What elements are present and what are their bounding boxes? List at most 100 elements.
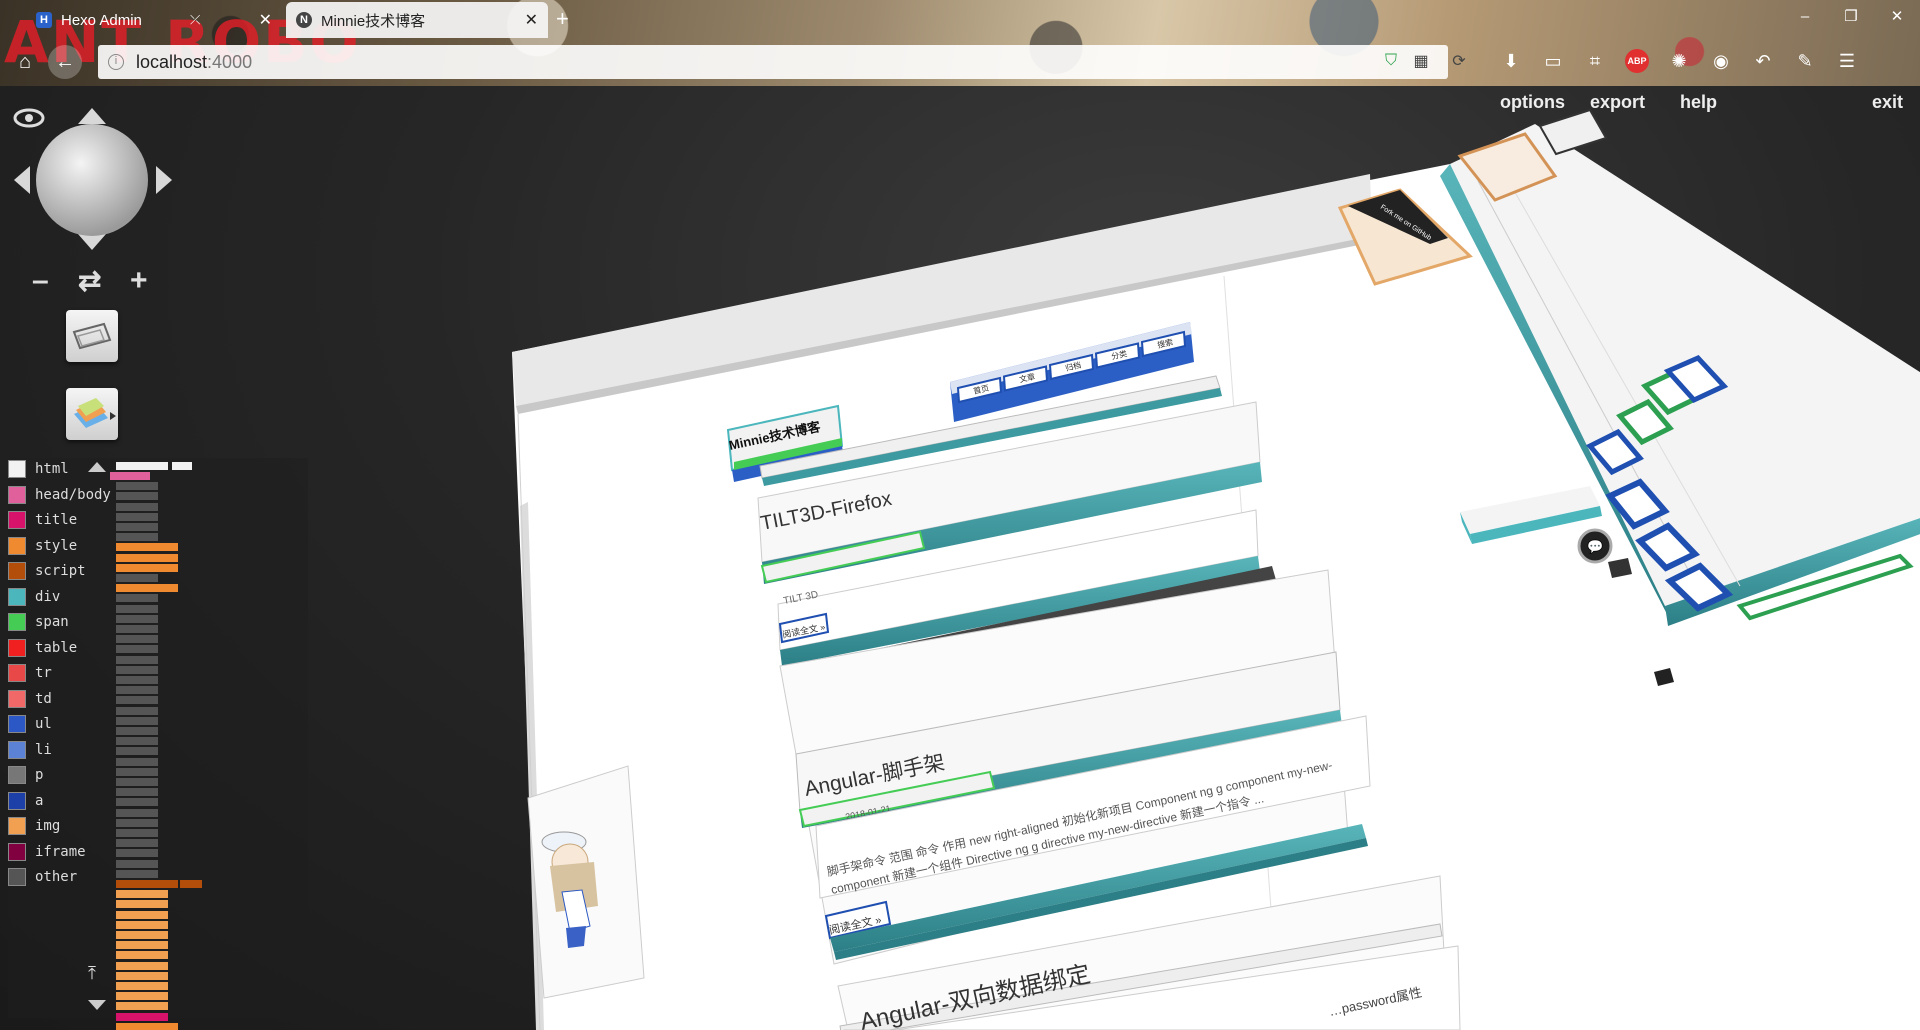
reader-icon[interactable]: ▭ — [1532, 46, 1574, 76]
mute-icon[interactable]: ⤫ — [190, 12, 200, 28]
reload-icon[interactable]: ⟳ — [1444, 46, 1474, 76]
minimap-node — [116, 818, 158, 827]
legend-item-span: span — [8, 611, 69, 633]
legend-swatch — [8, 791, 26, 810]
dom-minimap[interactable] — [110, 458, 242, 1030]
minimap-node — [116, 492, 158, 501]
minimap-node — [116, 961, 168, 970]
minimap-node — [116, 563, 178, 572]
crop-icon[interactable]: ⌗ — [1574, 46, 1616, 76]
screenshot-icon[interactable]: ✎ — [1784, 46, 1826, 76]
tab-hexo-admin[interactable]: H Hexo Admin ⤫ ✕ — [26, 2, 282, 38]
home-icon[interactable]: ⌂ — [8, 45, 42, 79]
minimap-node — [116, 553, 178, 562]
address-bar[interactable]: i localhost:4000 — [98, 45, 1448, 79]
legend-label: title — [35, 512, 78, 528]
minimap-node — [116, 625, 158, 633]
minimap-node — [116, 931, 168, 939]
minimap-node — [116, 982, 168, 990]
minimap-node — [116, 839, 158, 848]
minimap-scroll-down-icon[interactable] — [88, 1000, 106, 1010]
reset-view-icon[interactable]: ⇄ — [78, 266, 101, 296]
minimap-node — [116, 482, 158, 491]
zoom-controls: – ⇄ + — [28, 266, 158, 306]
legend-label: tr — [35, 665, 52, 681]
legend-label: iframe — [35, 843, 86, 860]
legend-item-head-body: head/body — [8, 484, 111, 506]
arrow-down-icon[interactable] — [78, 234, 106, 250]
minimap-node — [116, 706, 158, 715]
legend-label: a — [35, 792, 44, 809]
info-icon[interactable]: i — [108, 54, 124, 70]
window-controls: – ❐ ✕ — [1782, 0, 1920, 34]
minimap-scroll-up-icon[interactable] — [88, 462, 106, 472]
minimap-node — [116, 686, 158, 695]
minimap-node — [116, 1022, 178, 1030]
legend-swatch — [8, 766, 26, 784]
zoom-out-icon[interactable]: – — [32, 266, 49, 296]
url-text: localhost:4000 — [136, 51, 253, 72]
tab-label: Minnie技术博客 — [321, 12, 426, 30]
arrow-up-icon[interactable] — [78, 108, 106, 124]
legend-item-table: table — [8, 637, 77, 659]
minimap-node — [172, 462, 192, 470]
restore-icon[interactable]: ❐ — [1828, 0, 1874, 34]
minimap-node — [116, 778, 158, 786]
download-icon[interactable]: ⬇ — [1490, 46, 1532, 76]
browser-chrome: ANT ROBO H Hexo Admin ⤫ ✕ N Minnie技术博客 ✕… — [0, 0, 1920, 86]
legend-swatch — [8, 689, 26, 708]
abp-icon[interactable]: ABP — [1625, 49, 1649, 73]
legend-swatch — [8, 460, 26, 478]
legend-swatch — [8, 715, 26, 733]
tab-label: Hexo Admin — [61, 11, 142, 29]
minimap-node — [116, 798, 158, 807]
back-icon[interactable]: ← — [48, 45, 82, 79]
minimap-node — [116, 849, 158, 858]
minimize-icon[interactable]: – — [1782, 0, 1828, 34]
qr-icon[interactable]: ▦ — [1406, 46, 1436, 76]
minimap-node — [116, 512, 158, 521]
rotation-dpad[interactable] — [12, 98, 180, 258]
legend-item-ul: ul — [8, 713, 52, 735]
toolbar-icons: ⬇ ▭ ⌗ ABP ✺ ◉ ↶ ✎ ☰ — [1490, 46, 1868, 76]
minimap-node — [116, 502, 158, 511]
export-menu[interactable]: export — [1590, 92, 1645, 113]
menu-icon[interactable]: ☰ — [1826, 46, 1868, 76]
help-menu[interactable]: help — [1680, 92, 1717, 113]
tab-minnie-blog[interactable]: N Minnie技术博客 ✕ — [286, 2, 548, 38]
undo-icon[interactable]: ↶ — [1742, 46, 1784, 76]
legend-label: div — [35, 588, 61, 605]
options-menu[interactable]: options — [1500, 92, 1565, 113]
legend-item-div: div — [8, 586, 60, 608]
close-tab-icon[interactable]: ✕ — [525, 10, 538, 30]
legend-item-td: td — [8, 688, 52, 710]
minimap-node — [110, 472, 150, 480]
close-window-icon[interactable]: ✕ — [1874, 0, 1920, 34]
new-tab-button[interactable]: + — [556, 8, 569, 30]
legend-label: ul — [35, 716, 52, 732]
minimap-node — [116, 767, 158, 776]
zoom-in-icon[interactable]: + — [130, 266, 148, 296]
shield-icon[interactable]: ⛉ — [1376, 46, 1406, 76]
puzzle-icon[interactable]: ◉ — [1700, 46, 1742, 76]
minimap-node — [116, 635, 158, 644]
legend-swatch — [8, 638, 26, 657]
color-mode-button[interactable] — [66, 388, 118, 440]
tilt-3d-viewport[interactable]: Fork me on GitHub 💬 Minnie技术博客 首页 文章 归档 … — [0, 86, 1920, 1030]
gear-icon[interactable]: ✺ — [1658, 46, 1700, 76]
minimap-node — [116, 696, 158, 705]
legend-item-a: a — [8, 790, 43, 812]
legend-swatch — [8, 485, 26, 504]
minimap-scroll-top-icon[interactable]: ⤒ — [88, 964, 96, 982]
arrow-left-icon[interactable] — [14, 166, 30, 194]
exit-menu[interactable]: exit — [1872, 92, 1903, 113]
wireframe-toggle-button[interactable] — [66, 310, 118, 362]
close-tab-icon[interactable]: ✕ — [259, 10, 272, 30]
trackball[interactable] — [36, 124, 148, 236]
legend-label: other — [35, 869, 78, 885]
minimap-node — [116, 462, 168, 470]
tab-strip: H Hexo Admin ⤫ ✕ N Minnie技术博客 ✕ + — [0, 0, 1920, 38]
arrow-right-icon[interactable] — [156, 166, 172, 194]
legend-label: li — [35, 741, 52, 758]
minimap-node — [116, 890, 168, 899]
